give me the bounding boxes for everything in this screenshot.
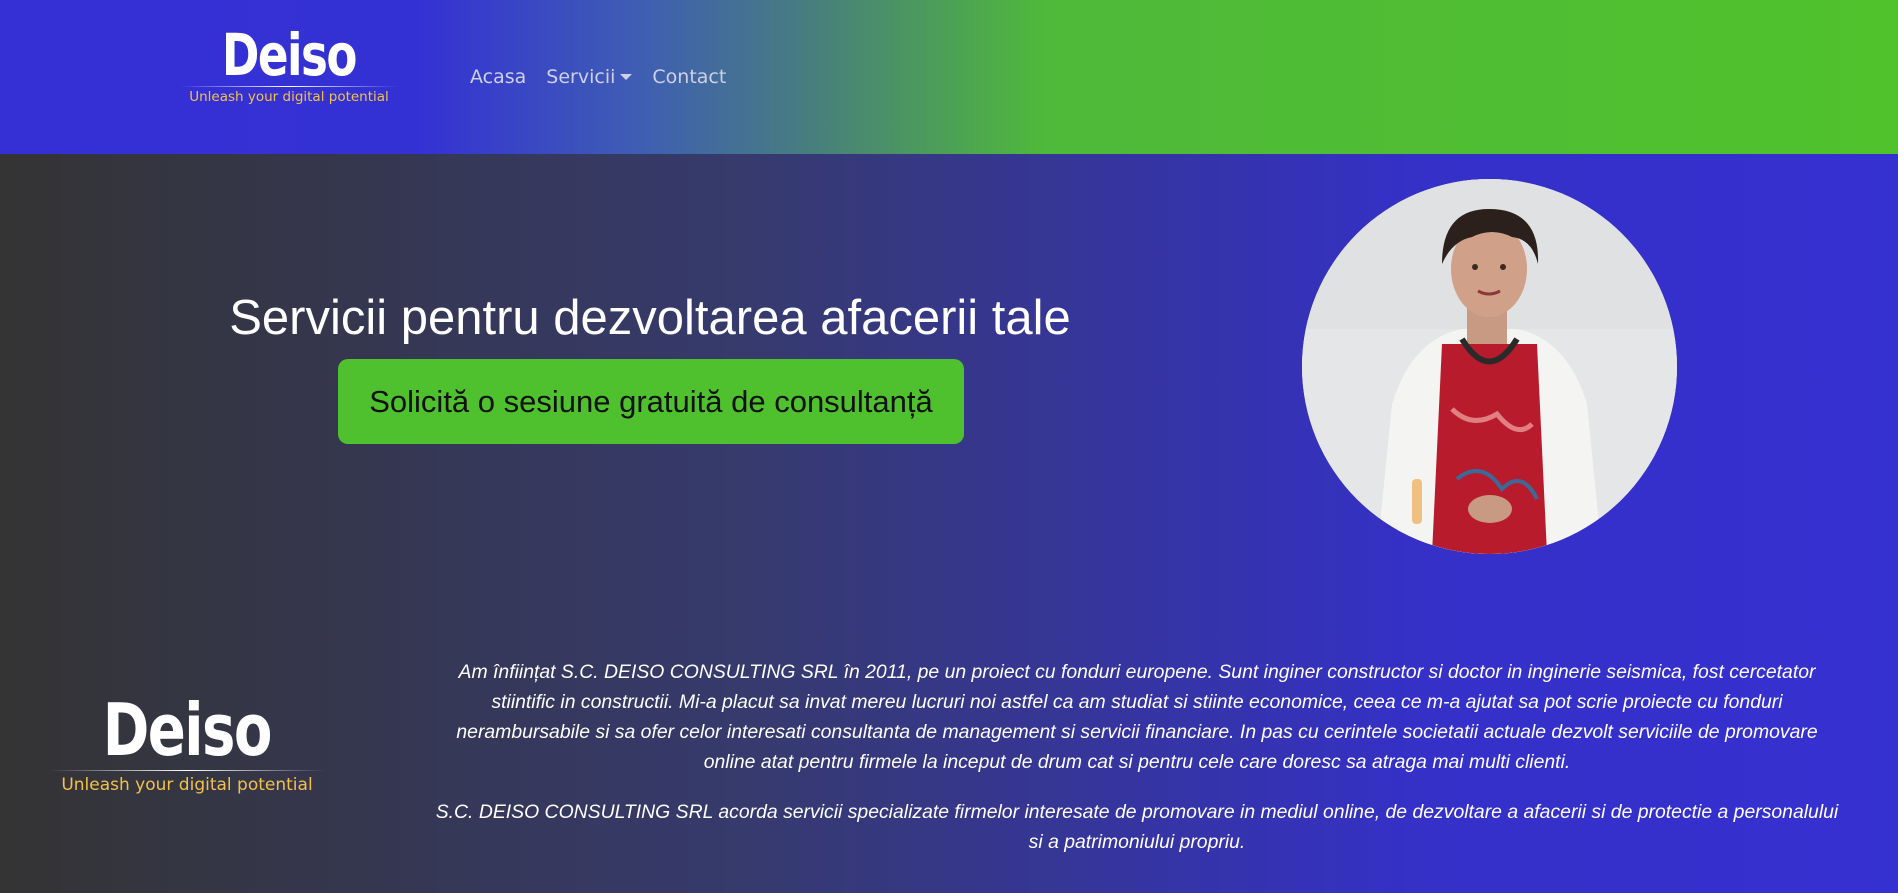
hero-title: Servicii pentru dezvoltarea afacerii tal… <box>229 291 1071 345</box>
nav-link-contact[interactable]: Contact <box>652 66 726 88</box>
footer-logo-wordmark: Deiso <box>102 688 273 772</box>
footer-logo-tagline: Unleash your digital potential <box>61 775 313 795</box>
logo-wordmark: Deiso <box>222 21 358 89</box>
nav-dropdown-servicii[interactable]: Servicii <box>546 66 633 88</box>
founder-photo-image <box>1302 179 1677 554</box>
about-paragraph-1: Am înființat S.C. DEISO CONSULTING SRL î… <box>456 661 1818 773</box>
caret-down-icon <box>620 74 633 80</box>
nav-link-acasa[interactable]: Acasa <box>470 66 526 88</box>
main-nav: Acasa Servicii Contact <box>470 66 726 88</box>
founder-portrait <box>1302 179 1677 554</box>
footer-logo[interactable]: Deiso Unleash your digital potential <box>48 694 326 795</box>
top-navbar: Deiso Unleash your digital potential Aca… <box>0 0 1898 154</box>
logo-tagline: Unleash your digital potential <box>189 89 389 105</box>
about-paragraph-2: S.C. DEISO CONSULTING SRL acorda servici… <box>435 801 1839 853</box>
site-logo[interactable]: Deiso Unleash your digital potential <box>180 26 398 105</box>
consultation-cta-button[interactable]: Solicită o sesiune gratuită de consultan… <box>338 359 964 444</box>
about-section: Am înființat S.C. DEISO CONSULTING SRL î… <box>432 657 1842 857</box>
nav-link-servicii-label: Servicii <box>546 66 616 88</box>
